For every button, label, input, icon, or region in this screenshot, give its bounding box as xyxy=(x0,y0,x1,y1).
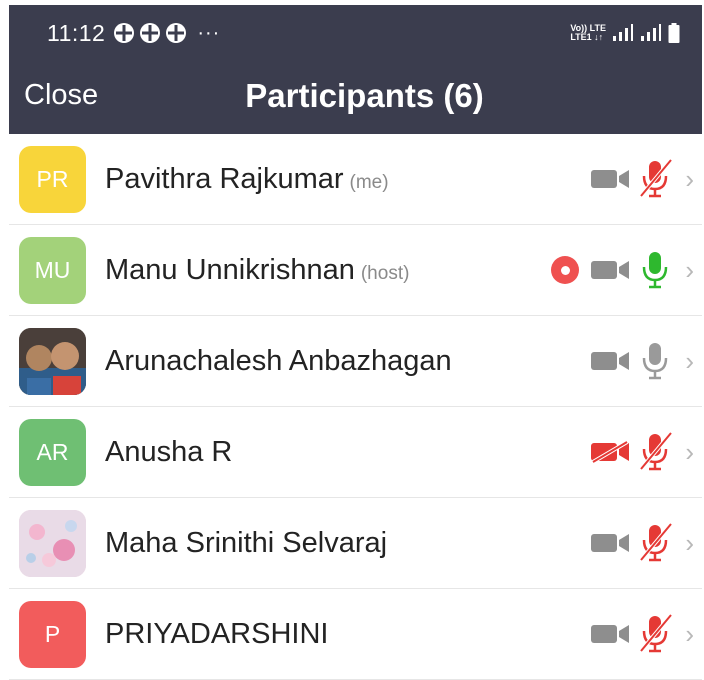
participant-role-tag: (host) xyxy=(360,262,410,284)
participant-name-wrap: Anusha R xyxy=(105,436,232,469)
avatar: P xyxy=(19,600,86,668)
page-title: Participants (6) xyxy=(245,77,484,114)
participant-controls: › xyxy=(551,225,694,315)
avatar: AR xyxy=(19,418,86,486)
mic-muted-icon xyxy=(637,158,673,200)
status-time: 11:12 xyxy=(47,19,106,46)
header-bar: Close Participants (6) xyxy=(9,61,702,134)
participant-row[interactable]: Maha Srinithi Selvaraj › xyxy=(9,498,702,589)
participant-name: Pavithra Rajkumar xyxy=(105,162,344,195)
status-bar: 11:12 ··· Vo)) LTE LTE1 ↓↑ xyxy=(9,5,702,61)
more-notifications-icon: ··· xyxy=(197,21,221,44)
chevron-right-icon: › xyxy=(685,345,694,376)
participant-name-wrap: Maha Srinithi Selvaraj xyxy=(105,527,387,560)
mic-muted-icon xyxy=(637,431,673,473)
mic-icon xyxy=(637,340,673,382)
avatar xyxy=(19,509,86,577)
participant-controls: › xyxy=(589,407,694,497)
participant-controls: › xyxy=(589,316,694,406)
participant-controls: › xyxy=(589,589,694,679)
participant-name-wrap: Arunachalesh Anbazhagan xyxy=(105,345,452,378)
participant-controls: › xyxy=(589,498,694,588)
avatar: PR xyxy=(19,145,86,213)
app-notification-icon xyxy=(114,23,135,43)
avatar xyxy=(19,327,86,395)
signal-icon xyxy=(641,24,661,41)
volte-indicator: Vo)) LTE LTE1 ↓↑ xyxy=(570,24,606,42)
recording-icon xyxy=(551,256,580,284)
participant-name: Arunachalesh Anbazhagan xyxy=(105,344,452,377)
chevron-right-icon: › xyxy=(685,527,694,558)
participant-row[interactable]: Arunachalesh Anbazhagan › xyxy=(9,316,702,407)
app-notification-icon xyxy=(140,23,161,43)
signal-icon xyxy=(613,24,633,41)
video-off-icon xyxy=(589,167,631,191)
participant-name: Maha Srinithi Selvaraj xyxy=(105,526,388,559)
participant-name: PRIYADARSHINI xyxy=(105,617,329,650)
volte-line2: LTE1 ↓↑ xyxy=(570,32,604,42)
chevron-right-icon: › xyxy=(685,163,694,194)
video-off-icon xyxy=(589,349,631,373)
app-notification-icon xyxy=(166,23,187,43)
participant-name-wrap: PRIYADARSHINI xyxy=(105,618,328,651)
mic-muted-icon xyxy=(637,613,673,655)
chevron-right-icon: › xyxy=(685,436,694,467)
participants-list: PR Pavithra Rajkumar (me) › MU Manu Unnikrish… xyxy=(9,134,702,680)
participant-row[interactable]: P PRIYADARSHINI › xyxy=(9,589,702,680)
notification-icons xyxy=(113,22,187,44)
video-off-icon xyxy=(589,531,631,555)
chevron-right-icon: › xyxy=(685,618,694,649)
mic-muted-icon xyxy=(637,522,673,564)
avatar: MU xyxy=(19,236,86,304)
participant-row[interactable]: AR Anusha R › xyxy=(9,407,702,498)
status-right: Vo)) LTE LTE1 ↓↑ xyxy=(570,23,680,43)
battery-icon xyxy=(668,23,680,43)
participant-name: Manu Unnikrishnan xyxy=(105,253,355,286)
video-off-icon xyxy=(589,622,631,646)
participant-role-tag: (me) xyxy=(349,171,389,193)
participant-name-wrap: Manu Unnikrishnan (host) xyxy=(105,254,409,287)
participant-row[interactable]: PR Pavithra Rajkumar (me) › xyxy=(9,134,702,225)
video-off-icon xyxy=(589,258,631,282)
chevron-right-icon: › xyxy=(685,254,694,285)
mic-active-icon xyxy=(637,249,673,291)
participant-name-wrap: Pavithra Rajkumar (me) xyxy=(105,163,389,196)
video-blocked-icon xyxy=(589,440,631,464)
participant-name: Anusha R xyxy=(105,435,233,468)
participant-row[interactable]: MU Manu Unnikrishnan (host) › xyxy=(9,225,702,316)
participant-controls: › xyxy=(589,134,694,224)
